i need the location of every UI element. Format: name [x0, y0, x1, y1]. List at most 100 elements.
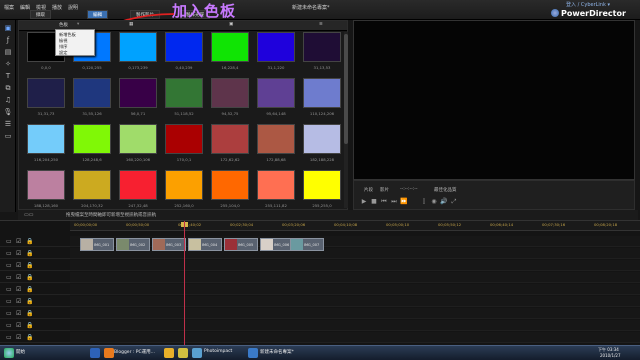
- menu-edit[interactable]: 編輯: [20, 4, 30, 11]
- track-row[interactable]: [70, 272, 640, 283]
- track-lock-icon[interactable]: 🔒: [26, 274, 33, 281]
- color-swatch[interactable]: [119, 170, 157, 200]
- track-lock-icon[interactable]: 🔒: [26, 322, 33, 329]
- track-row[interactable]: [70, 260, 640, 271]
- track-type-icon[interactable]: ▭: [6, 250, 12, 257]
- user-link[interactable]: 登入 / CyberLink ▾: [566, 1, 610, 8]
- color-swatch[interactable]: [165, 32, 203, 62]
- timeline-clip[interactable]: IMG_007: [290, 238, 324, 251]
- track-type-icon[interactable]: ▭: [6, 274, 12, 281]
- snapshot-icon[interactable]: ◉: [430, 197, 438, 206]
- track-enable-checkbox[interactable]: ☑: [16, 322, 21, 329]
- track-lock-icon[interactable]: 🔒: [26, 262, 33, 269]
- audio-mixing-icon[interactable]: ♫: [3, 96, 13, 105]
- fullscreen-icon[interactable]: ⤢: [450, 197, 458, 206]
- track-type-icon[interactable]: ▭: [6, 238, 12, 245]
- start-button-label[interactable]: 開始: [16, 349, 25, 355]
- color-swatch[interactable]: [27, 124, 65, 154]
- taskbar-photoimpact[interactable]: Photoimpact: [204, 349, 232, 354]
- color-swatch[interactable]: [27, 78, 65, 108]
- color-swatch[interactable]: [73, 78, 111, 108]
- explorer-folder-icon[interactable]: [164, 348, 174, 358]
- track-type-icon[interactable]: ▭: [6, 310, 12, 317]
- photoimpact-icon[interactable]: [192, 348, 202, 358]
- previous-frame-icon[interactable]: ⏮: [380, 197, 388, 206]
- pip-room-icon[interactable]: ▤: [3, 48, 13, 57]
- track-lock-icon[interactable]: 🔒: [26, 238, 33, 245]
- volume-icon[interactable]: 🔊: [440, 197, 448, 206]
- title-room-icon[interactable]: T: [3, 72, 13, 81]
- stop-icon[interactable]: ■: [370, 197, 378, 206]
- transition-room-icon[interactable]: ⧉: [3, 84, 13, 93]
- color-swatch[interactable]: [211, 170, 249, 200]
- fast-forward-icon[interactable]: ⏩: [400, 197, 408, 206]
- track-enable-checkbox[interactable]: ☑: [16, 298, 21, 305]
- track-lock-icon[interactable]: 🔒: [26, 250, 33, 257]
- ie-icon[interactable]: [90, 348, 100, 358]
- movie-mode-button[interactable]: 影片: [380, 187, 389, 193]
- tab-capture[interactable]: 擷取: [30, 10, 51, 19]
- color-swatch[interactable]: [165, 78, 203, 108]
- track-lock-icon[interactable]: 🔒: [26, 310, 33, 317]
- track-type-icon[interactable]: ▭: [6, 334, 12, 341]
- color-swatch[interactable]: [119, 32, 157, 62]
- color-swatch[interactable]: [257, 32, 295, 62]
- folder-icon[interactable]: [178, 348, 188, 358]
- track-enable-checkbox[interactable]: ☑: [16, 286, 21, 293]
- library-scroll-thumb[interactable]: [344, 34, 348, 144]
- timeline-clip[interactable]: IMG_001: [80, 238, 114, 251]
- particle-room-icon[interactable]: ✧: [3, 60, 13, 69]
- chapter-room-icon[interactable]: ☰: [3, 120, 13, 129]
- timeline-clip[interactable]: IMG_004: [188, 238, 222, 251]
- grid-view-icon[interactable]: ▦: [129, 22, 133, 30]
- context-menu-settings[interactable]: 設定: [59, 50, 67, 56]
- timeline-clip[interactable]: IMG_003: [152, 238, 186, 251]
- track-enable-checkbox[interactable]: ☑: [16, 310, 21, 317]
- track-type-icon[interactable]: ▭: [6, 262, 12, 269]
- track-row[interactable]: [70, 320, 640, 331]
- add-folder-icon[interactable]: ▣: [229, 22, 233, 30]
- track-enable-checkbox[interactable]: ☑: [16, 274, 21, 281]
- track-row[interactable]: [70, 332, 640, 343]
- track-enable-checkbox[interactable]: ☑: [16, 250, 21, 257]
- color-swatch[interactable]: [73, 124, 111, 154]
- play-icon[interactable]: ▶: [360, 197, 368, 206]
- taskbar-powerdirector[interactable]: 新建未命名專案*: [260, 349, 294, 355]
- color-swatch[interactable]: [165, 124, 203, 154]
- blogger-icon[interactable]: [104, 348, 114, 358]
- color-swatch[interactable]: [119, 78, 157, 108]
- color-swatch[interactable]: [257, 170, 295, 200]
- track-enable-checkbox[interactable]: ☑: [16, 334, 21, 341]
- color-swatch[interactable]: [257, 124, 295, 154]
- track-lock-icon[interactable]: 🔒: [26, 298, 33, 305]
- timeline-ruler[interactable]: 00;00;00;00 00;00;50;00 00;01;40;02 00;02;3…: [70, 221, 640, 231]
- track-lock-icon[interactable]: 🔒: [26, 286, 33, 293]
- pip-icon[interactable]: ▭▭: [24, 212, 33, 218]
- color-swatch[interactable]: [303, 32, 341, 62]
- color-swatch[interactable]: [73, 170, 111, 200]
- subtitle-room-icon[interactable]: ▭: [3, 132, 13, 141]
- color-swatch[interactable]: [211, 32, 249, 62]
- color-swatch[interactable]: [27, 170, 65, 200]
- track-type-icon[interactable]: ▭: [6, 286, 12, 293]
- track-row[interactable]: [70, 296, 640, 307]
- effect-room-icon[interactable]: ƒ: [3, 36, 13, 45]
- color-swatch[interactable]: [303, 170, 341, 200]
- color-swatch[interactable]: [303, 124, 341, 154]
- track-enable-checkbox[interactable]: ☑: [16, 238, 21, 245]
- powerdirector-taskbar-icon[interactable]: [248, 348, 258, 358]
- mark-in-icon[interactable]: ⟦: [420, 197, 428, 206]
- track-row[interactable]: [70, 308, 640, 319]
- color-swatch[interactable]: [303, 78, 341, 108]
- timeline-clip[interactable]: IMG_005: [224, 238, 258, 251]
- color-swatch[interactable]: [257, 78, 295, 108]
- playhead-line[interactable]: [184, 221, 185, 345]
- next-frame-icon[interactable]: ⏭: [390, 197, 398, 206]
- timeline-clip[interactable]: IMG_006: [260, 238, 294, 251]
- color-swatch[interactable]: [211, 124, 249, 154]
- clip-mode-button[interactable]: 片段: [364, 187, 373, 193]
- color-swatch[interactable]: [165, 170, 203, 200]
- media-room-icon[interactable]: ▣: [3, 24, 13, 33]
- track-row[interactable]: [70, 284, 640, 295]
- track-type-icon[interactable]: ▭: [6, 298, 12, 305]
